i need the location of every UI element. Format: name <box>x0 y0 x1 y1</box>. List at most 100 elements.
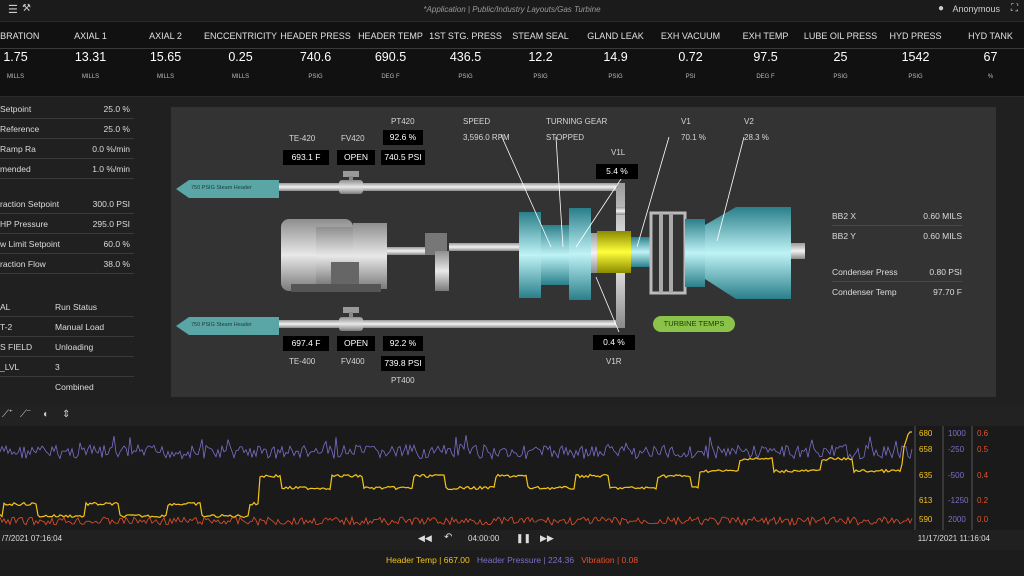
steam-pipe-top <box>266 183 624 191</box>
turbine-lp-stage <box>705 207 791 299</box>
line-remove-icon[interactable]: ⟋⁻ <box>20 409 31 420</box>
axis-tick-purple: -250 <box>948 445 965 454</box>
metric-unit: PSIG <box>908 74 923 80</box>
status-row-key: S FIELD <box>0 342 33 352</box>
metric-value: 436.5 <box>449 50 482 64</box>
steam-header-top-label: 750 PSIG Steam Header <box>191 185 252 191</box>
metric-7: STEAM SEAL 12.2 PSIG <box>503 22 578 97</box>
left-row-key: Setpoint <box>0 104 32 114</box>
fast-forward-icon[interactable]: ▶▶ <box>540 533 554 544</box>
axis-tick-red: 0.6 <box>977 429 989 438</box>
metric-value: 14.9 <box>603 50 628 64</box>
trend-chart[interactable]: 680 658 635 613 590 1000 -250 -500 -1250 2000 0.6 0… <box>0 426 1024 530</box>
left-row: raction Flow 38.0 % <box>0 254 134 274</box>
metric-12: HYD PRESS 1542 PSIG <box>878 22 953 97</box>
fullscreen-icon[interactable]: ⛶ <box>1011 3 1018 14</box>
pt420-label: PT420 <box>391 117 415 126</box>
metric-unit: PSIG <box>833 74 848 80</box>
metric-unit: MILLS <box>156 74 175 80</box>
valve-fv420 <box>339 180 363 194</box>
metric-unit: DEG F <box>756 74 775 80</box>
undo-icon[interactable]: ↶ <box>444 532 452 543</box>
valve-fv400 <box>339 317 363 331</box>
metric-label: VIBRATION <box>0 31 40 41</box>
metric-unit: MILLS <box>81 74 100 80</box>
left-row: Setpoint 25.0 % <box>0 99 134 119</box>
drive-shaft <box>387 247 425 255</box>
metric-value: 25 <box>833 50 848 64</box>
axis-tick-red: 0.0 <box>977 515 989 524</box>
left-row-value: 38.0 % <box>103 259 130 269</box>
mouse-icon[interactable]: ◖ <box>42 409 48 420</box>
turbine-hp-stage <box>519 212 541 298</box>
breadcrumb-path: *Application | Public/Industry Layouts/G… <box>423 5 601 14</box>
metric-unit: PSIG <box>458 74 473 80</box>
timeline-bar: /7/2021 07:16:04 ◀◀ ↶ 04:00:00 ❚❚ ▶▶ 11/… <box>0 530 1024 548</box>
readout-key: Condenser Press <box>832 267 898 277</box>
turning-gear-label: TURNING GEAR <box>546 117 608 126</box>
metric-10: EXH TEMP 97.5 DEG F <box>728 22 803 97</box>
fv400-value[interactable]: OPEN <box>337 336 375 351</box>
readout-row: Condenser Temp 97.70 F <box>832 282 962 302</box>
metric-9: EXH VACUUM 0.72 PSI <box>653 22 728 97</box>
cursor-icon[interactable]: ⇕ <box>62 409 70 420</box>
status-row-value: Combined <box>55 382 94 392</box>
user-icon: ● <box>937 3 944 14</box>
readout-value: 0.80 PSI <box>929 267 962 277</box>
metric-value: 13.31 <box>74 50 107 64</box>
axis-tick-purple: -1250 <box>948 496 969 505</box>
top-bar: ☰ ⚒ *Application | Public/Industry Layou… <box>0 0 1024 22</box>
metric-label: EXH TEMP <box>742 31 789 41</box>
rewind-icon[interactable]: ◀◀ <box>418 533 432 544</box>
legend-vibration[interactable]: Vibration | 0.08 <box>581 555 638 565</box>
left-row: HP Pressure 295.0 PSI <box>0 214 134 234</box>
status-row-key: AL <box>0 302 11 312</box>
v2-value: 28.3 % <box>744 133 769 142</box>
left-row-key: HP Pressure <box>0 219 49 229</box>
timeline-end: 11/17/2021 11:16:04 <box>917 534 990 543</box>
legend-header-pressure[interactable]: Header Pressure | 224.36 <box>477 555 574 565</box>
readout-key: BB2 X <box>832 211 857 221</box>
axis-tick-red: 0.5 <box>977 445 989 454</box>
te400-value: 697.4 F <box>283 336 329 351</box>
timeline-start: /7/2021 07:16:04 <box>2 534 63 543</box>
fv420-value[interactable]: OPEN <box>337 150 375 165</box>
axis-tick-yellow: 680 <box>919 429 933 438</box>
status-row-key: T-2 <box>0 322 13 332</box>
turbine-temps-button[interactable]: TURBINE TEMPS <box>653 316 735 332</box>
fv400-label: FV400 <box>341 357 365 366</box>
status-row: AL Run Status <box>0 297 134 317</box>
axis-tick-purple: -500 <box>948 471 965 480</box>
metric-value: 97.5 <box>753 50 778 64</box>
left-row-key: raction Setpoint <box>0 199 60 209</box>
line-add-icon[interactable]: ⟋⁺ <box>2 409 13 420</box>
left-row-key: Reference <box>0 124 40 134</box>
left-row-value: 25.0 % <box>103 104 130 114</box>
left-row: mended 1.0 %/min <box>0 159 134 179</box>
left-row-key: mended <box>0 164 31 174</box>
pause-icon[interactable]: ❚❚ <box>516 533 531 544</box>
left-row-key: raction Flow <box>0 259 46 269</box>
trend-chart-svg[interactable]: 680 658 635 613 590 1000 -250 -500 -1250 2000 0.6 0… <box>0 426 1024 530</box>
readout-key: Condenser Temp <box>832 287 897 297</box>
legend-header-temp[interactable]: Header Temp | 667.00 <box>386 555 470 565</box>
metric-unit: DEG F <box>381 74 400 80</box>
metric-13: HYD TANK 67% <box>953 22 1024 97</box>
metric-4: HEADER PRESS 740.6 PSIG <box>278 22 353 97</box>
metric-unit: PSIG <box>608 74 623 80</box>
v1-label: V1 <box>681 117 691 126</box>
metric-8: GLAND LEAK 14.9 PSIG <box>578 22 653 97</box>
metric-label: AXIAL 2 <box>149 31 182 41</box>
metrics-strip: VIBRATION1.75MILLSAXIAL 113.31MILLSAXIAL… <box>0 22 1024 97</box>
v1r-value: 0.4 % <box>593 335 635 350</box>
metric-label: LUBE OIL PRESS <box>803 31 878 41</box>
metric-11: LUBE OIL PRESS 25 PSIG <box>803 22 878 97</box>
status-row: _LVL 3 <box>0 357 134 377</box>
axis-tick-yellow: 613 <box>919 496 933 505</box>
steam-header-bottom-label: 750 PSIG Steam Header <box>191 322 252 328</box>
user-name[interactable]: Anonymous <box>952 4 1000 14</box>
axis-tick-red: 0.4 <box>977 471 989 480</box>
speed-value: 3,596.0 RPM <box>463 133 510 142</box>
v1l-value: 5.4 % <box>596 164 638 179</box>
left-row-value: 25.0 % <box>103 124 130 134</box>
